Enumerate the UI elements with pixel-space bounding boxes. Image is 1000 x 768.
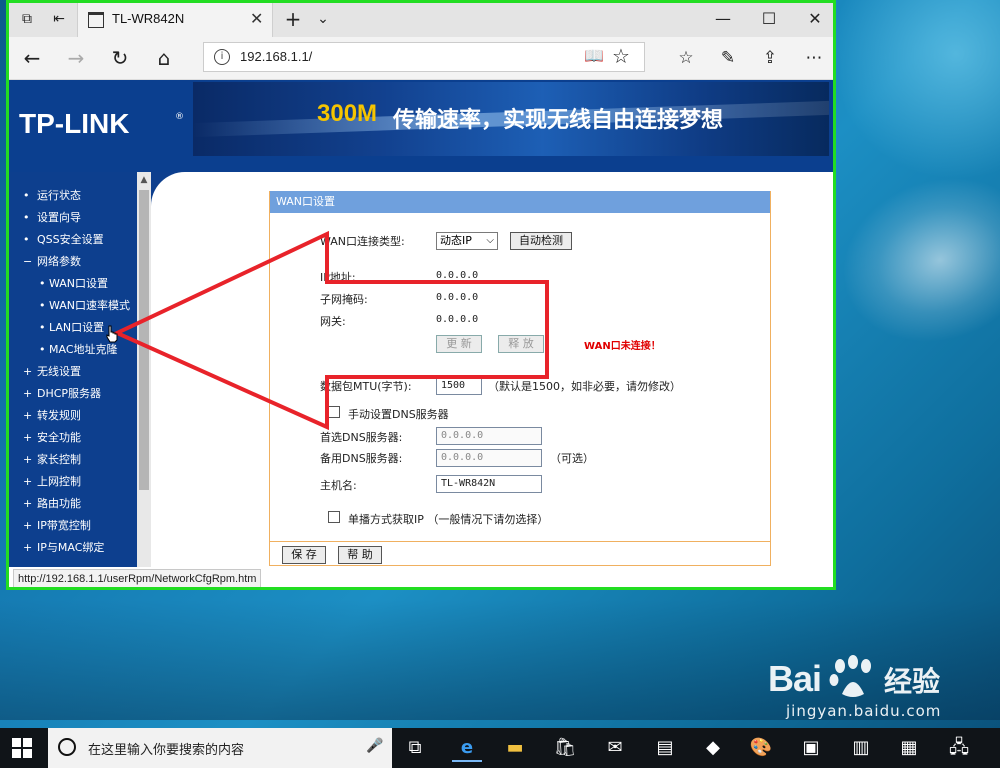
edge-browser-icon[interactable]: e — [452, 734, 482, 762]
cortana-icon — [58, 738, 76, 756]
windows-start-icon[interactable] — [12, 738, 32, 758]
mail-icon[interactable]: ✉ — [600, 734, 630, 762]
app-icon-1[interactable]: ▤ — [650, 734, 680, 762]
tab-active[interactable]: TL-WR842N ✕ — [77, 3, 273, 37]
hand-cursor-icon — [106, 325, 118, 343]
tab-list-chevron-icon[interactable]: ⌄ — [313, 9, 333, 29]
address-text[interactable]: 192.168.1.1/ — [240, 49, 312, 64]
maximize-icon[interactable]: ☐ — [749, 7, 789, 31]
navigation-bar: ← → ↻ ⌂ i 192.168.1.1/ 📖 ☆ ☆ ✎ ⇪ ⋯ — [9, 37, 833, 80]
windows-taskbar: 在这里输入你要搜索的内容 🎤 ⧉ e ▬ 🛍 ✉ ▤ ◆ 🎨 ▣ ▥ ▦ 🖧 — [0, 728, 1000, 768]
microphone-icon[interactable]: 🎤 — [366, 738, 383, 754]
task-view-icon[interactable]: ⧉ — [400, 734, 430, 762]
store-icon[interactable]: 🛍 — [550, 734, 580, 762]
wallpaper-wave — [818, 150, 1000, 370]
watermark-brand-cn: 经验 — [884, 665, 941, 698]
set-aside-tabs-icon[interactable]: ⇤ — [49, 9, 69, 29]
paint-icon[interactable]: 🎨 — [746, 734, 776, 762]
tab-close-icon[interactable]: ✕ — [250, 9, 263, 28]
back-icon[interactable]: ← — [19, 45, 45, 71]
link-status-bar: http://192.168.1.1/userRpm/NetworkCfgRpm… — [13, 569, 262, 587]
taskbar-search-text[interactable]: 在这里输入你要搜索的内容 — [88, 739, 244, 758]
reading-view-icon[interactable]: 📖 — [584, 46, 604, 65]
browser-window: ⧉ ⇤ TL-WR842N ✕ + ⌄ — ☐ ✕ ← → ↻ ⌂ i 192.… — [6, 0, 836, 590]
site-info-icon[interactable]: i — [214, 49, 230, 65]
baidu-jingyan-watermark: Bai 经验 jingyan.baidu.com — [768, 652, 978, 722]
close-window-icon[interactable]: ✕ — [795, 7, 833, 31]
router-admin-page: TP-LINK ® 300M 传输速率，实现无线自由连接梦想 • 运行状态 • 设置向… — [9, 80, 833, 567]
new-tab-icon[interactable]: + — [283, 9, 303, 29]
wallpaper-highlight — [830, 0, 1000, 180]
page-favicon-icon — [88, 12, 104, 28]
favorites-hub-icon[interactable]: ☆ — [673, 45, 699, 71]
refresh-icon[interactable]: ↻ — [107, 45, 133, 71]
web-note-pen-icon[interactable]: ✎ — [715, 45, 741, 71]
tab-preview-icon[interactable]: ⧉ — [17, 9, 37, 29]
file-explorer-icon[interactable]: ▬ — [500, 734, 530, 762]
forward-icon[interactable]: → — [63, 45, 89, 71]
home-icon[interactable]: ⌂ — [151, 45, 177, 71]
watermark-brand: Bai — [768, 658, 822, 699]
app-icon-5[interactable]: ▦ — [894, 734, 924, 762]
annotation-arrow — [112, 230, 549, 431]
app-icon-3[interactable]: ▣ — [796, 734, 826, 762]
favorite-star-icon[interactable]: ☆ — [612, 44, 630, 68]
tab-bar: ⧉ ⇤ TL-WR842N ✕ + ⌄ — ☐ ✕ — [9, 3, 833, 37]
watermark-url: jingyan.baidu.com — [786, 702, 942, 720]
app-icon-4[interactable]: ▥ — [846, 734, 876, 762]
tab-title: TL-WR842N — [112, 11, 185, 26]
share-icon[interactable]: ⇪ — [757, 45, 783, 71]
minimize-icon[interactable]: — — [703, 7, 743, 31]
network-app-icon[interactable]: 🖧 — [944, 734, 974, 762]
more-menu-icon[interactable]: ⋯ — [801, 45, 827, 71]
taskbar-search[interactable]: 在这里输入你要搜索的内容 🎤 — [48, 728, 392, 768]
address-bar[interactable]: i 192.168.1.1/ 📖 ☆ — [203, 42, 645, 72]
app-icon-2[interactable]: ◆ — [698, 734, 728, 762]
baidu-paw-icon — [829, 655, 871, 697]
